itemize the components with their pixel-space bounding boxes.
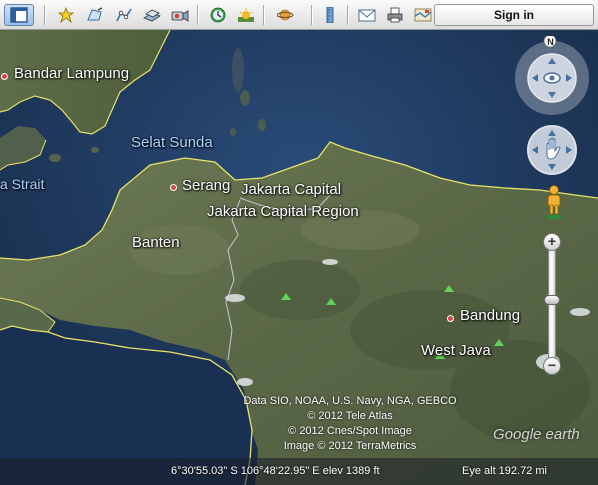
add-polygon-button[interactable]	[83, 4, 107, 26]
switch-planet-button[interactable]	[274, 4, 304, 26]
zoom-out-button[interactable]: −	[543, 357, 561, 375]
add-placemark-button[interactable]	[54, 4, 78, 26]
label-banten[interactable]: Banten	[132, 234, 180, 251]
toolbar-separator	[263, 5, 265, 25]
move-control[interactable]	[526, 124, 578, 176]
sidebar-toggle-button[interactable]	[4, 4, 34, 26]
north-indicator[interactable]: N	[546, 37, 555, 47]
toolbar: Sign in	[0, 0, 598, 30]
email-button[interactable]	[355, 4, 379, 26]
record-tour-button[interactable]	[168, 4, 192, 26]
label-bandar-lampung[interactable]: Bandar Lampung	[14, 65, 129, 82]
ruler-icon	[326, 7, 334, 23]
clock-icon	[210, 7, 226, 23]
attribution-line: © 2012 Tele Atlas	[307, 410, 393, 422]
eye-altitude: Eye alt 192.72 mi	[462, 465, 547, 477]
add-path-button[interactable]	[112, 4, 136, 26]
attribution-line: © 2012 Cnes/Spot Image	[288, 425, 412, 437]
camera-icon	[171, 10, 189, 22]
earth-view[interactable]: Bandar Lampung Selat Sunda a Strait Sera…	[0, 30, 598, 485]
city-dot	[1, 73, 8, 80]
print-button[interactable]	[383, 4, 407, 26]
sidebar-icon	[10, 7, 28, 23]
zoom-slider-track[interactable]	[548, 242, 556, 370]
planet-icon	[277, 9, 294, 21]
toolbar-separator	[311, 5, 313, 25]
printer-icon	[387, 7, 403, 23]
image-overlay-icon	[143, 9, 161, 22]
label-serang[interactable]: Serang	[182, 177, 230, 194]
toolbar-separator	[44, 5, 46, 25]
label-west-java[interactable]: West Java	[421, 342, 491, 359]
placemark-icon	[57, 7, 75, 23]
envelope-icon	[358, 9, 376, 22]
attribution-line: Image © 2012 TerraMetrics	[283, 440, 417, 452]
look-control[interactable]	[512, 36, 592, 116]
zoom-in-button[interactable]: +	[543, 233, 561, 251]
add-image-overlay-button[interactable]	[140, 4, 164, 26]
city-dot	[447, 315, 454, 322]
view-in-maps-button[interactable]	[411, 4, 435, 26]
sign-in-button[interactable]: Sign in	[434, 4, 594, 26]
toolbar-separator	[197, 5, 199, 25]
pegman-icon[interactable]	[544, 185, 564, 221]
city-dot	[170, 184, 177, 191]
ruler-button[interactable]	[318, 4, 342, 26]
label-bandung[interactable]: Bandung	[460, 307, 520, 324]
sunlight-button[interactable]	[234, 4, 258, 26]
label-strait[interactable]: a Strait	[0, 176, 44, 192]
google-earth-logo: Google earth	[493, 426, 580, 443]
map-icon	[414, 8, 432, 22]
sun-icon	[238, 8, 254, 22]
zoom-slider-handle[interactable]	[544, 295, 560, 305]
label-selat-sunda[interactable]: Selat Sunda	[131, 134, 213, 151]
label-jakarta-capital[interactable]: Jakarta Capital	[241, 181, 341, 198]
attribution-line: Data SIO, NOAA, U.S. Navy, NGA, GEBCO	[243, 395, 457, 407]
label-jakarta-capital-region[interactable]: Jakarta Capital Region	[207, 203, 359, 220]
path-icon	[116, 8, 132, 22]
historical-imagery-button[interactable]	[206, 4, 230, 26]
toolbar-separator	[347, 5, 349, 25]
pointer-coordinates: 6°30'55.03" S 106°48'22.95" E elev 1389 …	[171, 465, 380, 477]
polygon-icon	[87, 7, 103, 21]
